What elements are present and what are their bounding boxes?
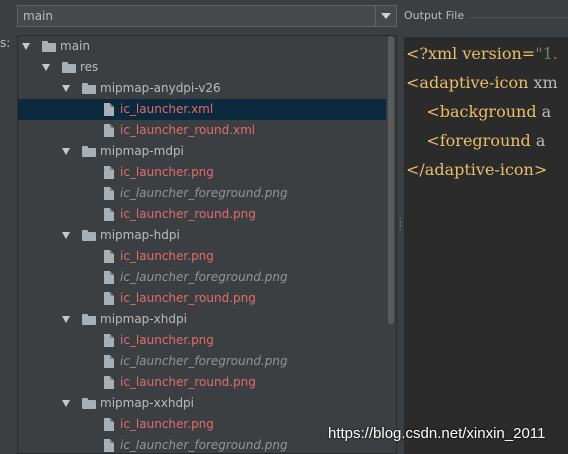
tree-file-row[interactable]: ic_launcher.png — [18, 330, 388, 351]
tree-folder-row[interactable]: main — [18, 36, 388, 57]
header-divider — [470, 17, 568, 18]
output-file-header: Output File — [404, 9, 465, 22]
expand-arrow-icon[interactable] — [62, 85, 70, 92]
tree-folder-row[interactable]: mipmap-xhdpi — [18, 309, 388, 330]
code-token: <adaptive-icon — [406, 73, 534, 92]
tree-folder-row[interactable]: mipmap-mdpi — [18, 141, 388, 162]
tree-item-label: res — [80, 60, 99, 74]
tree-file-row[interactable]: ic_launcher_round.png — [18, 372, 388, 393]
truncated-label: s: — [0, 36, 11, 50]
tree-file-row[interactable]: ic_launcher_round.png — [18, 204, 388, 225]
tree-item-label: ic_launcher_foreground.png — [120, 438, 288, 452]
folder-icon — [42, 41, 56, 52]
code-token: <foreground — [406, 131, 536, 150]
code-token: </adaptive-icon> — [406, 160, 548, 179]
tree-item-label: ic_launcher.png — [120, 165, 214, 179]
resource-tree[interactable]: ic_launcher_foreground.png ic_launcher.pn… — [17, 35, 397, 454]
tree-item-label: main — [60, 39, 90, 53]
output-preview-editor[interactable]: <?xml version="1. <adaptive-icon xm <back… — [404, 37, 568, 454]
tree-item-label: ic_launcher.png — [120, 417, 214, 431]
tree-item-label: mipmap-anydpi-v26 — [100, 81, 221, 95]
file-icon — [104, 376, 114, 389]
tree-folder-row[interactable]: mipmap-xxhdpi — [18, 393, 388, 414]
file-icon — [104, 439, 114, 452]
tree-item-label: mipmap-hdpi — [100, 228, 180, 242]
tree-item-label: mipmap-xxhdpi — [100, 396, 195, 410]
file-icon — [104, 187, 114, 200]
tree-item-label: ic_launcher_foreground.png — [120, 354, 288, 368]
tree-file-row[interactable]: ic_launcher.png — [18, 162, 388, 183]
tree-file-row[interactable]: ic_launcher_round.xml — [18, 120, 388, 141]
file-icon — [104, 355, 114, 368]
expand-arrow-icon[interactable] — [42, 64, 50, 71]
code-line: <?xml version="1. — [406, 39, 558, 68]
tree-file-row[interactable]: ic_launcher.png — [18, 246, 388, 267]
file-icon — [104, 250, 114, 263]
module-dropdown[interactable]: main — [17, 5, 397, 27]
tree-folder-row[interactable]: mipmap-anydpi-v26 — [18, 78, 388, 99]
tree-item-label: ic_launcher_round.xml — [120, 123, 256, 137]
expand-arrow-icon[interactable] — [62, 316, 70, 323]
watermark: https://blog.csdn.net/xinxin_2011 — [328, 425, 546, 442]
tree-item-label: ic_launcher.png — [120, 249, 214, 263]
folder-icon — [82, 230, 96, 241]
folder-icon — [82, 314, 96, 325]
folder-icon — [82, 146, 96, 157]
dropdown-arrow-button[interactable] — [375, 6, 396, 26]
tree-item-label: ic_launcher_foreground.png — [120, 186, 288, 200]
tree-item-label: mipmap-mdpi — [100, 144, 184, 158]
code-token: a — [541, 102, 552, 121]
chevron-down-icon — [381, 13, 391, 19]
code-token: a — [535, 131, 546, 150]
tree-file-row[interactable]: ic_launcher_foreground.png — [18, 183, 388, 204]
tree-item-label: ic_launcher.png — [120, 333, 214, 347]
tree-item-label: ic_launcher_foreground.png — [120, 270, 288, 284]
tree-item-label: ic_launcher.xml — [120, 102, 214, 116]
tree-scrollbar[interactable] — [386, 36, 396, 453]
tree-file-row[interactable]: ic_launcher_foreground.png — [18, 267, 388, 288]
folder-icon — [82, 398, 96, 409]
tree-item-label: mipmap-xhdpi — [100, 312, 187, 326]
file-icon — [104, 271, 114, 284]
tree-folder-row[interactable]: res — [18, 57, 388, 78]
tree-file-row[interactable]: ic_launcher_foreground.png — [18, 351, 388, 372]
expand-arrow-icon[interactable] — [22, 43, 30, 50]
folder-icon — [62, 62, 76, 73]
code-token: xm — [533, 73, 558, 92]
file-icon — [104, 208, 114, 221]
file-icon — [104, 166, 114, 179]
code-line: <adaptive-icon xm — [406, 68, 558, 97]
tree-item-label: ic_launcher_round.png — [120, 375, 256, 389]
module-dropdown-value: main — [23, 9, 53, 23]
expand-arrow-icon[interactable] — [62, 232, 70, 239]
tree-item-label: ic_launcher_round.png — [120, 291, 256, 305]
file-icon — [104, 292, 114, 305]
code-line: <background a — [406, 97, 551, 126]
folder-icon — [82, 83, 96, 94]
expand-arrow-icon[interactable] — [62, 148, 70, 155]
code-token: "1. — [535, 44, 558, 63]
file-icon — [104, 334, 114, 347]
tree-file-row[interactable]: ic_launcher_round.png — [18, 288, 388, 309]
code-token: <background — [406, 102, 542, 121]
code-line: </adaptive-icon> — [406, 155, 547, 184]
file-icon — [104, 103, 114, 116]
splitter-grip-icon: ::: — [399, 215, 402, 232]
code-line: <foreground a — [406, 126, 545, 155]
expand-arrow-icon[interactable] — [62, 400, 70, 407]
tree-file-row[interactable]: ic_launcher.xml — [18, 99, 388, 120]
tree-folder-row[interactable]: mipmap-hdpi — [18, 225, 388, 246]
file-icon — [104, 418, 114, 431]
code-token: <?xml version= — [406, 44, 536, 63]
tree-item-label: ic_launcher_round.png — [120, 207, 256, 221]
file-icon — [104, 124, 114, 137]
tree-scrollbar-thumb[interactable] — [388, 36, 394, 324]
